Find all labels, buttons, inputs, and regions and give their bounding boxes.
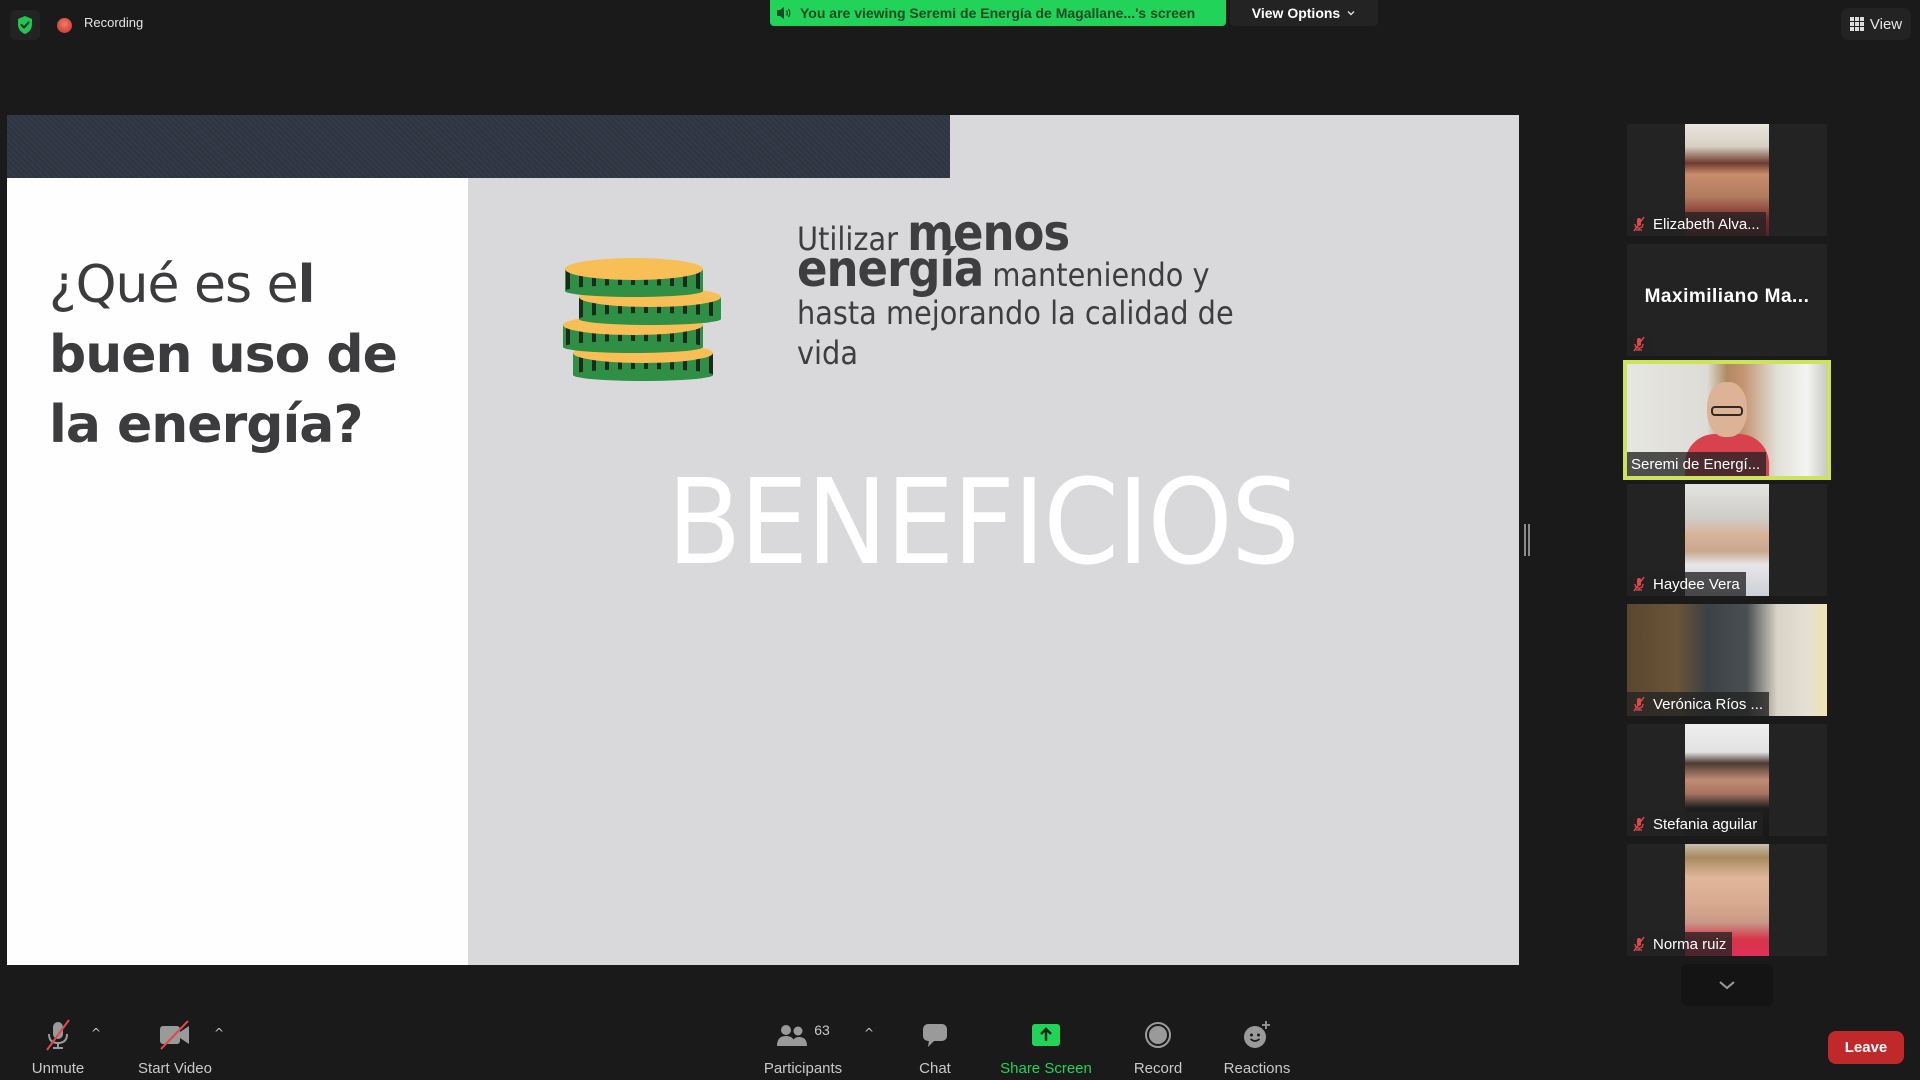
participant-tile-active-speaker[interactable]: Seremi de Energí... bbox=[1623, 360, 1831, 480]
slide-heading-beneficios: BENEFICIOS bbox=[667, 453, 1300, 591]
mic-muted-icon bbox=[1633, 696, 1645, 712]
mic-muted-icon bbox=[1633, 816, 1645, 832]
participant-tile[interactable]: Elizabeth Alva... bbox=[1627, 124, 1827, 236]
question-part1-bold: l bbox=[297, 255, 316, 315]
text-line4: vida bbox=[797, 334, 858, 372]
share-screen-label: Share Screen bbox=[1000, 1060, 1092, 1077]
mic-muted-icon bbox=[1633, 576, 1645, 592]
record-icon bbox=[1144, 1018, 1172, 1052]
slide-question: ¿Qué es el buen uso de la energía? bbox=[49, 250, 449, 460]
coin-stack-icon bbox=[563, 258, 721, 381]
participant-name-placeholder: Maximiliano Ma... bbox=[1644, 286, 1810, 307]
slide-header-band bbox=[7, 115, 950, 178]
slide-body-text: Utilizar menos energía manteniendo y has… bbox=[797, 208, 1357, 373]
participant-nametag: Elizabeth Alva... bbox=[1627, 212, 1766, 236]
view-options-button[interactable]: View Options bbox=[1230, 0, 1378, 26]
mic-muted-icon bbox=[1633, 216, 1645, 232]
mic-muted-icon bbox=[1633, 336, 1645, 352]
speaker-icon bbox=[774, 3, 794, 23]
participant-name: Elizabeth Alva... bbox=[1653, 215, 1760, 233]
participants-icon bbox=[777, 1025, 808, 1046]
chat-label: Chat bbox=[919, 1060, 951, 1077]
viewing-banner-text: You are viewing Seremi de Energía de Mag… bbox=[800, 5, 1196, 21]
video-options-caret[interactable]: ^ bbox=[214, 1026, 224, 1040]
chevron-down-icon bbox=[1719, 981, 1735, 990]
participant-tile[interactable]: Norma ruiz bbox=[1627, 844, 1827, 956]
leave-button[interactable]: Leave bbox=[1828, 1031, 1904, 1064]
scroll-participants-down-button[interactable] bbox=[1681, 964, 1773, 1006]
reactions-button[interactable]: Reactions bbox=[1224, 1018, 1290, 1077]
participant-name: Norma ruiz bbox=[1653, 935, 1727, 953]
participant-tile[interactable]: Stefania aguilar bbox=[1627, 724, 1827, 836]
security-button[interactable] bbox=[10, 10, 40, 40]
participants-button[interactable]: 63 Participants bbox=[760, 1018, 846, 1077]
viewing-screen-banner: You are viewing Seremi de Energía de Mag… bbox=[770, 0, 1226, 26]
question-line2: buen uso de bbox=[49, 325, 398, 385]
participants-count: 63 bbox=[814, 1022, 830, 1038]
unmute-button[interactable]: Unmute bbox=[28, 1018, 88, 1077]
participant-nametag: Seremi de Energí... bbox=[1627, 452, 1767, 476]
participant-tile[interactable]: Verónica Ríos ... bbox=[1627, 604, 1827, 716]
chevron-down-icon bbox=[1347, 11, 1355, 16]
record-button[interactable]: Record bbox=[1132, 1018, 1184, 1077]
participants-label: Participants bbox=[763, 1060, 843, 1077]
participant-nametag bbox=[1627, 332, 1651, 356]
share-screen-icon bbox=[1031, 1018, 1061, 1052]
participant-tile[interactable]: Maximiliano Ma... bbox=[1627, 244, 1827, 356]
mic-muted-icon bbox=[1633, 936, 1645, 952]
record-label: Record bbox=[1133, 1060, 1183, 1077]
start-video-label: Start Video bbox=[138, 1060, 212, 1077]
question-part1: ¿Qué es e bbox=[49, 255, 299, 315]
view-layout-button[interactable]: View bbox=[1841, 8, 1911, 40]
participant-name: Seremi de Energí... bbox=[1631, 455, 1761, 473]
reactions-label: Reactions bbox=[1223, 1060, 1291, 1077]
unmute-label: Unmute bbox=[31, 1060, 85, 1077]
leave-label: Leave bbox=[1844, 1039, 1888, 1056]
chat-icon bbox=[921, 1018, 949, 1052]
participant-name: Haydee Vera bbox=[1653, 575, 1740, 593]
participants-options-caret[interactable]: ^ bbox=[864, 1026, 874, 1040]
start-video-button[interactable]: Start Video bbox=[134, 1018, 216, 1077]
video-off-icon bbox=[158, 1018, 192, 1052]
shield-check-icon bbox=[18, 16, 32, 34]
text-energia: energía bbox=[797, 240, 984, 298]
participant-nametag: Norma ruiz bbox=[1627, 932, 1733, 956]
view-label: View bbox=[1869, 15, 1903, 33]
mic-muted-icon bbox=[42, 1018, 74, 1052]
text-manteniendo: manteniendo y bbox=[983, 256, 1210, 294]
recording-indicator-icon bbox=[57, 18, 72, 33]
participant-nametag: Stefania aguilar bbox=[1627, 812, 1764, 836]
participant-tile[interactable]: Haydee Vera bbox=[1627, 484, 1827, 596]
grid-icon bbox=[1849, 17, 1864, 31]
chat-button[interactable]: Chat bbox=[915, 1018, 955, 1077]
recording-label: Recording bbox=[84, 15, 144, 30]
question-line3: la energía? bbox=[49, 395, 364, 455]
text-line3: hasta mejorando la calidad de bbox=[797, 294, 1234, 332]
panel-resize-handle[interactable] bbox=[1524, 524, 1530, 556]
participant-nametag: Verónica Ríos ... bbox=[1627, 692, 1770, 716]
coin-1 bbox=[565, 258, 703, 297]
view-options-label: View Options bbox=[1251, 5, 1341, 21]
audio-options-caret[interactable]: ^ bbox=[91, 1026, 101, 1040]
share-screen-button[interactable]: Share Screen bbox=[1000, 1018, 1092, 1077]
reactions-icon bbox=[1242, 1018, 1272, 1052]
participant-name: Verónica Ríos ... bbox=[1653, 695, 1764, 713]
shared-screen[interactable]: ¿Qué es el buen uso de la energía? Utili… bbox=[7, 115, 1519, 965]
participant-nametag: Haydee Vera bbox=[1627, 572, 1746, 596]
participant-name: Stefania aguilar bbox=[1653, 815, 1758, 833]
